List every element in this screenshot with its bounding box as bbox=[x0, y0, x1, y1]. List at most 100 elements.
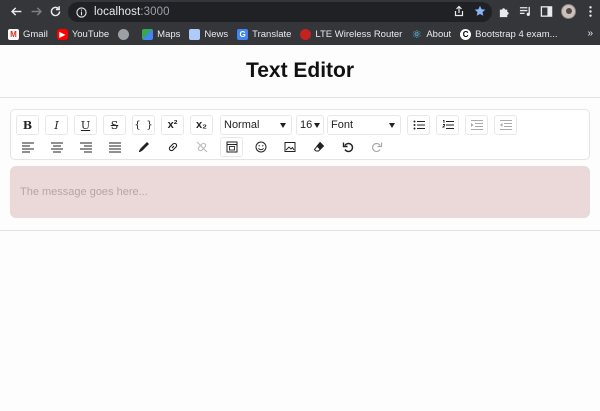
align-justify-button[interactable] bbox=[103, 137, 126, 157]
url-port: :3000 bbox=[140, 6, 170, 18]
divider bbox=[0, 97, 600, 98]
news-icon bbox=[189, 29, 201, 40]
emoji-button[interactable] bbox=[249, 137, 272, 157]
page-title: Text Editor bbox=[245, 59, 355, 82]
reload-button[interactable] bbox=[47, 3, 63, 19]
emoji-icon bbox=[255, 141, 266, 153]
editor-toolbar: B I U S { } x² x₂ Normal 16 Font bbox=[10, 109, 590, 160]
gmail-icon: M bbox=[8, 29, 19, 40]
bold-icon: B bbox=[22, 118, 33, 132]
divider bbox=[0, 230, 600, 231]
bookmark-news[interactable]: News bbox=[189, 29, 228, 40]
media-control-icon[interactable] bbox=[519, 5, 532, 18]
bookmarks-bar: M Gmail ▶ YouTube Maps News G Translate … bbox=[0, 24, 600, 45]
kebab-menu-icon[interactable] bbox=[584, 5, 597, 18]
maps-icon bbox=[142, 29, 154, 40]
bookmark-label: Maps bbox=[157, 29, 181, 40]
bookmark-label: About bbox=[426, 29, 452, 40]
font-size-value: 16 bbox=[300, 119, 313, 131]
bookmark-about[interactable]: ⚛ About bbox=[411, 29, 452, 41]
bookmark-gmail[interactable]: M Gmail bbox=[8, 29, 48, 40]
editor-textarea[interactable]: The message goes here... bbox=[10, 166, 590, 218]
editor-placeholder: The message goes here... bbox=[20, 186, 148, 198]
router-icon bbox=[300, 29, 312, 40]
browser-chrome: localhost:3000 M Gmail ▶ YouTube Maps Ne… bbox=[0, 0, 600, 45]
translate-icon: G bbox=[237, 29, 249, 40]
block-type-value: Normal bbox=[224, 119, 260, 131]
embed-icon bbox=[226, 141, 237, 153]
bookmark-router[interactable]: LTE Wireless Router bbox=[300, 29, 402, 40]
subscript-button[interactable]: x₂ bbox=[190, 115, 213, 135]
underline-icon: U bbox=[80, 118, 91, 132]
align-left-icon bbox=[21, 142, 34, 153]
bullet-list-icon bbox=[413, 120, 425, 130]
bootstrap-icon: C bbox=[460, 29, 472, 40]
font-size-select[interactable]: 16 bbox=[296, 115, 324, 135]
arrow-left-icon bbox=[10, 6, 21, 16]
italic-button[interactable]: I bbox=[45, 115, 68, 135]
extensions-icon[interactable] bbox=[498, 5, 511, 18]
unlink-button[interactable] bbox=[190, 137, 213, 157]
strikethrough-icon: S bbox=[110, 118, 119, 132]
info-icon[interactable] bbox=[76, 6, 87, 18]
numbered-list-icon bbox=[441, 120, 454, 129]
bookmark-label: News bbox=[204, 29, 229, 40]
react-icon: ⚛ bbox=[411, 29, 422, 41]
align-right-icon bbox=[79, 142, 92, 153]
image-button[interactable] bbox=[278, 137, 301, 157]
bookmarks-overflow-button[interactable]: » bbox=[587, 28, 593, 39]
block-type-select[interactable]: Normal bbox=[220, 115, 292, 135]
align-center-icon bbox=[50, 142, 63, 153]
link-button[interactable] bbox=[161, 137, 184, 157]
bold-button[interactable]: B bbox=[16, 115, 39, 135]
side-panel-icon[interactable] bbox=[540, 5, 553, 18]
redo-button[interactable] bbox=[365, 137, 388, 157]
ordered-list-button[interactable] bbox=[436, 115, 459, 135]
forward-button[interactable] bbox=[28, 3, 44, 19]
bookmark-label: LTE Wireless Router bbox=[315, 29, 403, 40]
embed-button[interactable] bbox=[220, 137, 243, 157]
star-icon[interactable] bbox=[474, 5, 486, 17]
share-icon[interactable] bbox=[453, 5, 465, 17]
back-button[interactable] bbox=[8, 3, 24, 19]
italic-icon: I bbox=[54, 118, 59, 132]
strikethrough-button[interactable]: S bbox=[103, 115, 126, 135]
align-left-button[interactable] bbox=[16, 137, 39, 157]
eyedropper-icon bbox=[138, 142, 149, 152]
superscript-icon: x² bbox=[167, 119, 178, 131]
bookmark-translate[interactable]: G Translate bbox=[237, 29, 291, 40]
align-center-button[interactable] bbox=[45, 137, 68, 157]
bookmark-globe[interactable] bbox=[118, 29, 133, 40]
globe-icon bbox=[118, 29, 130, 40]
unordered-list-button[interactable] bbox=[407, 115, 430, 135]
underline-button[interactable]: U bbox=[74, 115, 97, 135]
chevron-down-icon bbox=[314, 123, 320, 128]
indent-icon bbox=[470, 120, 483, 130]
redo-icon bbox=[371, 142, 382, 153]
profile-avatar[interactable] bbox=[561, 4, 576, 19]
outdent-icon bbox=[499, 120, 512, 130]
subscript-icon: x₂ bbox=[195, 119, 207, 131]
align-justify-icon bbox=[108, 142, 121, 153]
image-icon bbox=[284, 142, 295, 152]
address-bar[interactable]: localhost:3000 bbox=[68, 2, 492, 22]
superscript-button[interactable]: x² bbox=[161, 115, 184, 135]
bookmark-label: Bootstrap 4 exam... bbox=[475, 29, 558, 40]
bookmark-youtube[interactable]: ▶ YouTube bbox=[56, 29, 109, 40]
chevron-down-icon bbox=[389, 123, 395, 128]
align-right-button[interactable] bbox=[74, 137, 97, 157]
bookmark-maps[interactable]: Maps bbox=[142, 29, 180, 40]
color-picker-button[interactable] bbox=[132, 137, 155, 157]
remove-formatting-button[interactable] bbox=[307, 137, 330, 157]
undo-button[interactable] bbox=[336, 137, 359, 157]
outdent-button[interactable] bbox=[494, 115, 517, 135]
bookmark-bootstrap[interactable]: C Bootstrap 4 exam... bbox=[460, 29, 558, 40]
eraser-icon bbox=[313, 141, 324, 152]
link-icon bbox=[168, 142, 177, 152]
browser-toolbar: localhost:3000 bbox=[0, 0, 600, 24]
bookmark-label: Gmail bbox=[23, 29, 48, 40]
youtube-icon: ▶ bbox=[56, 29, 68, 40]
indent-button[interactable] bbox=[465, 115, 488, 135]
font-family-select[interactable]: Font bbox=[327, 115, 401, 135]
code-button[interactable]: { } bbox=[132, 115, 155, 135]
